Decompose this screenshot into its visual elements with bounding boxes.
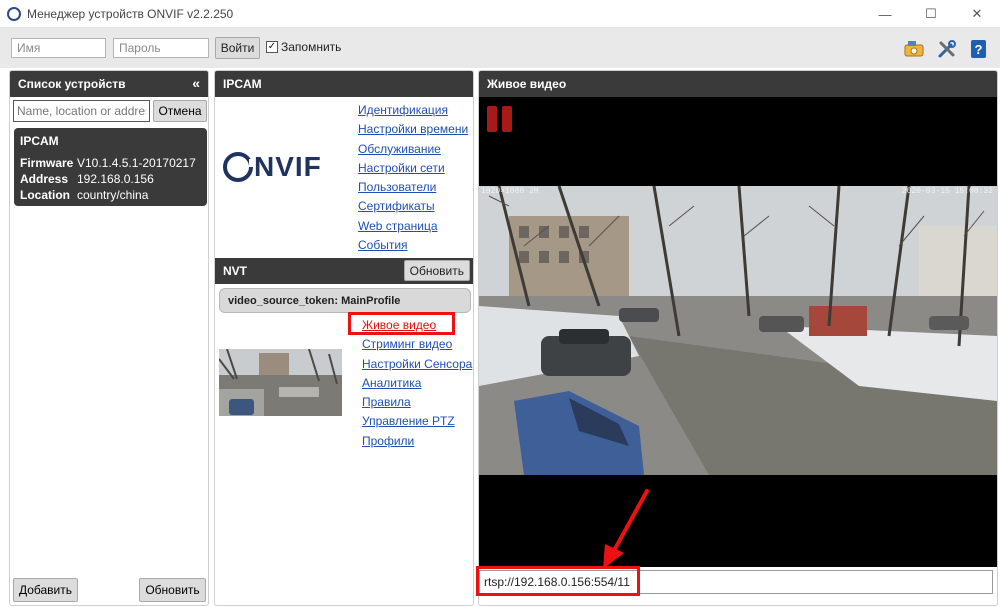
onvif-logo-text: NVIF bbox=[254, 151, 322, 182]
device-firmware-row: Firmware V10.1.4.5.1-20170217 bbox=[20, 155, 201, 171]
device-search-input[interactable] bbox=[13, 100, 150, 122]
network-settings-link[interactable]: Настройки сети bbox=[358, 159, 468, 178]
location-key: Location bbox=[20, 188, 70, 202]
login-toolbar: Войти ✓ Запомнить ? bbox=[0, 28, 1000, 68]
profiles-link[interactable]: Профили bbox=[362, 432, 472, 451]
remember-checkbox[interactable]: ✓ Запомнить bbox=[266, 40, 341, 54]
remember-label: Запомнить bbox=[281, 40, 342, 54]
onvif-logo-o-icon bbox=[223, 152, 255, 182]
window-title: Менеджер устройств ONVIF v2.2.250 bbox=[27, 6, 234, 21]
device-panel-header: IPCAM bbox=[215, 71, 473, 97]
cancel-search-button[interactable]: Отмена bbox=[153, 100, 207, 122]
location-value: country/china bbox=[77, 188, 149, 202]
video-player[interactable]: 1920×1080 2M 2020-03-15 15:00:32 bbox=[479, 97, 997, 567]
live-video-link[interactable]: Живое видео bbox=[362, 316, 472, 335]
firmware-value: V10.1.4.5.1-20170217 bbox=[77, 156, 196, 170]
device-list-panel: Список устройств « Отмена IPCAM Firmware… bbox=[9, 70, 209, 606]
checkbox-checked-icon[interactable]: ✓ bbox=[266, 41, 278, 53]
svg-text:?: ? bbox=[975, 42, 983, 57]
login-button[interactable]: Войти bbox=[215, 37, 260, 59]
password-input[interactable] bbox=[113, 38, 209, 58]
collapse-icon[interactable]: « bbox=[192, 75, 200, 91]
live-video-title: Живое видео bbox=[487, 77, 567, 91]
add-device-button[interactable]: Добавить bbox=[13, 578, 78, 602]
close-button[interactable]: ✕ bbox=[954, 0, 1000, 28]
video-frame: 1920×1080 2M 2020-03-15 15:00:32 bbox=[479, 186, 997, 475]
video-streaming-link[interactable]: Стриминг видео bbox=[362, 335, 472, 354]
device-settings-links: Идентификация Настройки времени Обслужив… bbox=[358, 101, 468, 255]
device-list-header: Список устройств « bbox=[10, 71, 208, 97]
device-name: IPCAM bbox=[20, 134, 59, 148]
device-list-title: Список устройств bbox=[18, 77, 126, 91]
device-panel-title: IPCAM bbox=[223, 77, 262, 91]
nvt-label: NVT bbox=[223, 264, 247, 278]
identification-link[interactable]: Идентификация bbox=[358, 101, 468, 120]
address-key: Address bbox=[20, 172, 69, 186]
analytics-link[interactable]: Аналитика bbox=[362, 374, 472, 393]
rules-link[interactable]: Правила bbox=[362, 393, 472, 412]
network-camera-icon[interactable] bbox=[903, 38, 925, 60]
osd-timestamp: 2020-03-15 15:00:32 bbox=[901, 187, 993, 196]
title-bar: Менеджер устройств ONVIF v2.2.250 — ☐ ✕ bbox=[0, 0, 1000, 28]
tools-icon[interactable] bbox=[936, 38, 958, 60]
pause-icon[interactable] bbox=[487, 106, 512, 132]
live-video-panel: Живое видео 1920×1080 2M 2020-03-15 15:0… bbox=[478, 70, 998, 606]
time-settings-link[interactable]: Настройки времени bbox=[358, 120, 468, 139]
refresh-devices-button[interactable]: Обновить bbox=[139, 578, 206, 602]
profile-links: Живое видео Стриминг видео Настройки Сен… bbox=[362, 316, 472, 451]
live-video-header: Живое видео bbox=[479, 71, 997, 97]
stream-url-field[interactable] bbox=[479, 570, 993, 594]
maintenance-link[interactable]: Обслуживание bbox=[358, 140, 468, 159]
app-logo-icon bbox=[7, 6, 21, 21]
users-link[interactable]: Пользователи bbox=[358, 178, 468, 197]
device-search-row: Отмена bbox=[13, 100, 207, 122]
device-location-row: Location country/china bbox=[20, 187, 201, 203]
device-card[interactable]: IPCAM Firmware V10.1.4.5.1-20170217 Addr… bbox=[14, 128, 207, 206]
username-input[interactable] bbox=[11, 38, 106, 58]
address-value: 192.168.0.156 bbox=[77, 172, 154, 186]
device-panel: IPCAM NVIF Идентификация Настройки време… bbox=[214, 70, 474, 606]
help-icon[interactable]: ? bbox=[968, 38, 990, 60]
nvt-refresh-button[interactable]: Обновить bbox=[403, 260, 470, 281]
firmware-key: Firmware bbox=[20, 156, 74, 170]
minimize-button[interactable]: — bbox=[862, 0, 908, 28]
window-controls: — ☐ ✕ bbox=[862, 0, 1000, 28]
video-thumbnail[interactable] bbox=[219, 349, 342, 416]
nvt-header: NVT Обновить bbox=[215, 258, 473, 284]
maximize-button[interactable]: ☐ bbox=[908, 0, 954, 28]
profile-header[interactable]: video_source_token: MainProfile bbox=[219, 288, 471, 313]
osd-resolution: 1920×1080 2M bbox=[481, 187, 539, 196]
device-address-row: Address 192.168.0.156 bbox=[20, 171, 201, 187]
onvif-logo: NVIF bbox=[223, 151, 322, 183]
ptz-control-link[interactable]: Управление PTZ bbox=[362, 412, 472, 431]
events-link[interactable]: События bbox=[358, 236, 468, 255]
certificates-link[interactable]: Сертификаты bbox=[358, 197, 468, 216]
web-page-link[interactable]: Web страница bbox=[358, 217, 468, 236]
sensor-settings-link[interactable]: Настройки Сенсора bbox=[362, 355, 472, 374]
